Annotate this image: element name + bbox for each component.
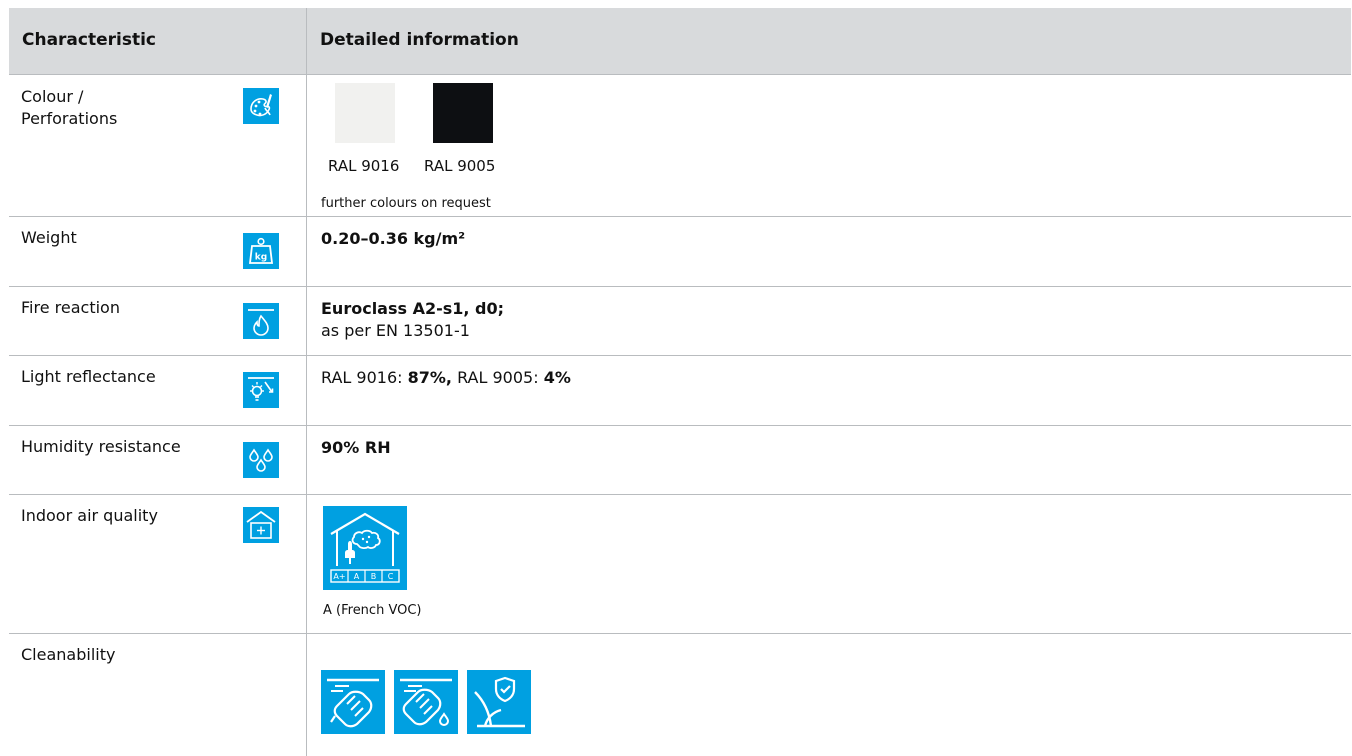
fire-reaction-detail: Euroclass A2-s1, d0; as per EN 13501-1 bbox=[321, 298, 504, 342]
reflectance-ral9016-label: RAL 9016: bbox=[321, 368, 408, 387]
row-colour-perforations: Colour / Perforations RAL 9016 RAL 9005 … bbox=[9, 75, 1351, 217]
weight-value: 0.20–0.36 kg/m² bbox=[321, 229, 466, 248]
wipe-wet-icon bbox=[394, 670, 458, 734]
row-label: Humidity resistance bbox=[21, 437, 181, 456]
flame-icon bbox=[243, 303, 279, 339]
swatch-ral-9016 bbox=[335, 83, 395, 143]
indoor-air-icon bbox=[243, 507, 279, 543]
reflectance-values: RAL 9016: 87%, RAL 9005: 4% bbox=[321, 367, 571, 389]
voc-class: A+ bbox=[333, 572, 345, 581]
header-detailed-information: Detailed information bbox=[320, 30, 519, 50]
table-header: Characteristic Detailed information bbox=[9, 8, 1351, 75]
reflectance-ral9005-label: RAL 9005: bbox=[451, 368, 544, 387]
row-indoor-air-quality: Indoor air quality A+ A B C A (French VO… bbox=[9, 494, 1351, 634]
voc-caption: A (French VOC) bbox=[323, 603, 422, 618]
scratch-resistant-icon bbox=[467, 670, 531, 734]
row-cleanability: Cleanability bbox=[9, 633, 1351, 756]
swatch-ral-9005 bbox=[433, 83, 493, 143]
row-label: Cleanability bbox=[21, 645, 116, 664]
light-reflect-icon bbox=[243, 372, 279, 408]
row-label: Indoor air quality bbox=[21, 506, 158, 525]
fire-class: Euroclass A2-s1, d0; bbox=[321, 299, 505, 318]
wipe-dry-icon bbox=[321, 670, 385, 734]
weight-kg-icon: kg bbox=[243, 233, 279, 269]
reflectance-ral9005-value: 4% bbox=[543, 368, 571, 387]
fire-standard: as per EN 13501-1 bbox=[321, 321, 470, 340]
colour-note: further colours on request bbox=[321, 196, 491, 211]
kg-label: kg bbox=[255, 253, 267, 263]
swatch-label: RAL 9005 bbox=[424, 157, 496, 175]
row-label: Fire reaction bbox=[21, 298, 120, 317]
row-label: Light reflectance bbox=[21, 367, 156, 386]
droplets-icon bbox=[243, 442, 279, 478]
label-line: Perforations bbox=[21, 109, 118, 128]
header-characteristic: Characteristic bbox=[22, 30, 156, 50]
reflectance-ral9016-value: 87%, bbox=[407, 368, 452, 387]
row-humidity-resistance: Humidity resistance 90% RH bbox=[9, 425, 1351, 495]
voc-label-icon: A+ A B C bbox=[323, 506, 407, 590]
voc-class: B bbox=[371, 572, 377, 581]
row-label: Colour / Perforations bbox=[21, 86, 117, 130]
palette-brush-icon bbox=[243, 88, 279, 124]
voc-class: C bbox=[388, 572, 394, 581]
row-weight: Weight kg 0.20–0.36 kg/m² bbox=[9, 216, 1351, 287]
row-label: Weight bbox=[21, 228, 77, 247]
label-line: Colour / bbox=[21, 87, 84, 106]
humidity-value: 90% RH bbox=[321, 438, 391, 457]
swatch-label: RAL 9016 bbox=[328, 157, 400, 175]
row-fire-reaction: Fire reaction Euroclass A2-s1, d0; as pe… bbox=[9, 286, 1351, 356]
row-light-reflectance: Light reflectance RAL 9016: 87%, RAL 900… bbox=[9, 355, 1351, 426]
voc-class: A bbox=[354, 572, 360, 581]
